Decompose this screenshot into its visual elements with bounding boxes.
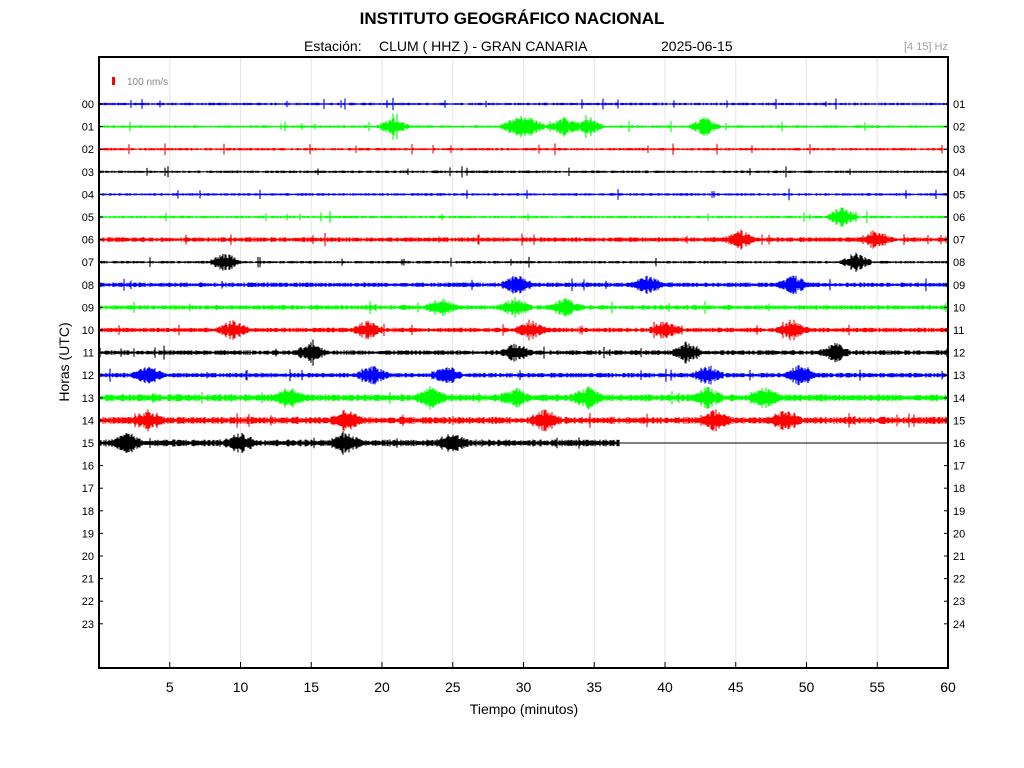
hour-label-right: 21 — [953, 551, 965, 563]
scale-label: 100 nm/s — [127, 77, 168, 88]
hour-label-right: 11 — [953, 325, 964, 337]
hour-label-right: 09 — [953, 280, 965, 292]
x-tick-label: 15 — [303, 679, 319, 695]
x-tick-label: 45 — [728, 679, 744, 695]
x-axis-ticks: 5 10 15 20 25 30 35 40 45 50 55 60 — [166, 662, 956, 695]
x-tick-label: 50 — [799, 679, 815, 695]
x-tick-label: 5 — [166, 679, 174, 695]
hour-label-right: 05 — [953, 189, 965, 201]
hour-label-left: 22 — [82, 596, 94, 608]
hour-label-right: 24 — [953, 619, 965, 631]
hour-label-left: 06 — [82, 235, 94, 247]
hour-label-right: 20 — [953, 528, 965, 540]
hour-label-left: 11 — [83, 348, 94, 360]
y-axis-label: Horas (UTC) — [56, 322, 72, 401]
hour-label-right: 08 — [953, 257, 965, 269]
x-tick-label: 55 — [869, 679, 885, 695]
x-tick-label: 35 — [586, 679, 602, 695]
hour-label-right: 02 — [953, 122, 965, 134]
x-tick-label: 40 — [657, 679, 673, 695]
hour-label-left: 21 — [82, 574, 94, 586]
hour-label-left: 16 — [82, 461, 94, 473]
hour-label-right: 18 — [953, 483, 965, 495]
hour-label-right: 03 — [953, 144, 965, 156]
x-tick-label: 25 — [445, 679, 461, 695]
hour-label-left: 01 — [82, 122, 94, 134]
hour-label-left: 07 — [82, 257, 94, 269]
hour-label-right: 22 — [953, 574, 965, 586]
hour-label-left: 14 — [82, 415, 94, 427]
x-axis-label: Tiempo (minutos) — [470, 701, 578, 717]
hour-label-left: 20 — [82, 551, 94, 563]
hour-label-right: 04 — [953, 167, 965, 179]
hour-label-left: 12 — [82, 370, 94, 382]
x-tick-label: 20 — [374, 679, 390, 695]
x-tick-label: 30 — [516, 679, 532, 695]
hour-label-left: 04 — [82, 189, 94, 201]
hour-label-left: 17 — [82, 483, 94, 495]
trace-hour-15 — [99, 431, 620, 455]
hour-label-right: 15 — [953, 415, 965, 427]
x-tick-label: 60 — [940, 679, 956, 695]
hour-label-left: 18 — [82, 506, 94, 518]
hour-label-right: 16 — [953, 438, 965, 450]
scale-bar-icon — [112, 77, 115, 85]
hour-label-left: 10 — [82, 325, 94, 337]
hour-label-right: 23 — [953, 596, 965, 608]
seismogram-plot: 00 01 02 03 04 05 06 07 08 09 10 11 12 13 14 15 16 17 18 19… — [56, 56, 965, 717]
hour-label-right: 06 — [953, 212, 965, 224]
hour-label-right: 19 — [953, 506, 965, 518]
hour-label-right: 01 — [953, 99, 965, 111]
x-tick-label: 10 — [233, 679, 249, 695]
hour-label-right: 13 — [953, 370, 965, 382]
hour-label-left: 02 — [82, 144, 94, 156]
hour-label-left: 15 — [82, 438, 94, 450]
hour-label-left: 19 — [82, 528, 94, 540]
hour-label-left: 09 — [82, 302, 94, 314]
hour-label-left: 13 — [82, 393, 94, 405]
hour-label-left: 23 — [82, 619, 94, 631]
hour-label-right: 12 — [953, 348, 965, 360]
hour-label-right: 14 — [953, 393, 965, 405]
hour-label-right: 10 — [953, 302, 965, 314]
hour-label-right: 17 — [953, 461, 965, 473]
hour-label-right: 07 — [953, 235, 965, 247]
hour-label-left: 00 — [82, 99, 94, 111]
hour-label-left: 08 — [82, 280, 94, 292]
hour-label-left: 05 — [82, 212, 94, 224]
hour-label-left: 03 — [82, 167, 94, 179]
